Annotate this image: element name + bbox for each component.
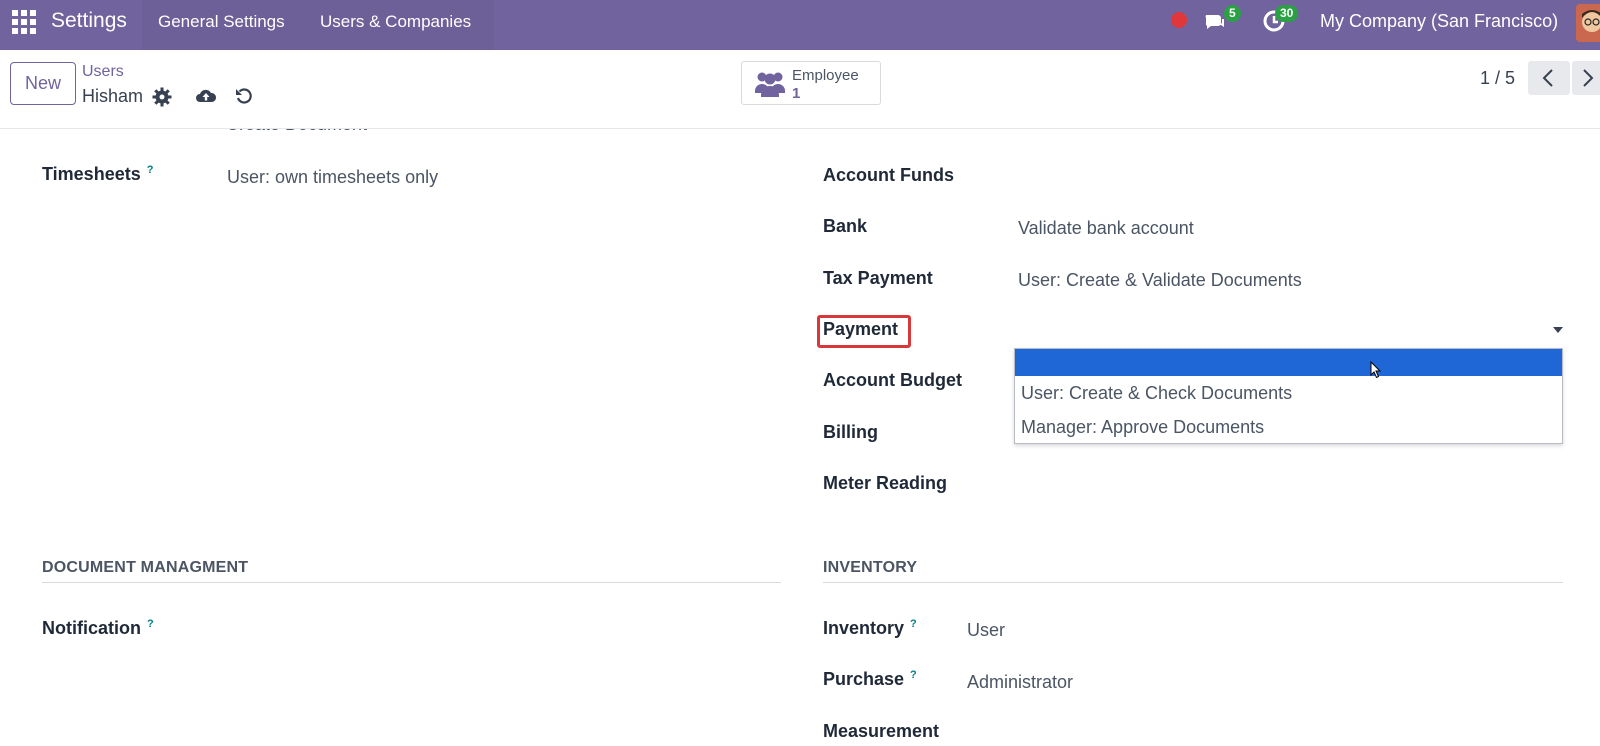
gear-icon[interactable]: [152, 87, 172, 107]
employee-label: Employee: [792, 67, 859, 84]
section-divider: [823, 582, 1563, 583]
bank-value[interactable]: Validate bank account: [1018, 218, 1194, 239]
employee-smart-button[interactable]: Employee 1: [741, 61, 881, 105]
mouse-cursor-icon: [1370, 361, 1382, 379]
meter-reading-label: Meter Reading: [823, 473, 948, 493]
document-management-section-title: DOCUMENT MANAGMENT: [42, 559, 249, 576]
section-divider: [42, 582, 781, 583]
inventory-section-title: INVENTORY: [823, 559, 918, 576]
purchase-label: Purchase?: [823, 669, 917, 689]
pager-next-button[interactable]: [1572, 61, 1600, 95]
notification-label: Notification?: [42, 618, 154, 638]
tax-payment-label: Tax Payment: [823, 268, 933, 288]
menu-general-settings[interactable]: General Settings: [158, 12, 285, 32]
timesheets-help-icon[interactable]: ?: [147, 164, 154, 176]
notification-help-icon[interactable]: ?: [147, 618, 154, 630]
inventory-label: Inventory?: [823, 618, 917, 638]
pager-previous-button[interactable]: [1528, 61, 1570, 95]
timesheets-label: Timesheets?: [42, 164, 154, 184]
measurement-label: Measurement: [823, 721, 940, 741]
control-panel: New Users Hisham Employee 1 1 / 5: [0, 50, 1600, 129]
chevron-left-icon: [1542, 69, 1553, 87]
company-switcher[interactable]: My Company (San Francisco): [1320, 11, 1558, 32]
payment-dropdown: User: Create & Check Documents Manager: …: [1014, 348, 1563, 444]
app-title[interactable]: Settings: [51, 9, 127, 33]
bank-label: Bank: [823, 216, 868, 236]
dropdown-option-user-create-check[interactable]: User: Create & Check Documents: [1015, 380, 1562, 407]
dropdown-option-manager-approve[interactable]: Manager: Approve Documents: [1015, 414, 1562, 441]
purchase-help-icon[interactable]: ?: [910, 669, 917, 681]
menu-users-companies[interactable]: Users & Companies: [320, 12, 471, 32]
apps-menu-icon[interactable]: [12, 10, 36, 34]
dropdown-option-empty[interactable]: [1015, 349, 1562, 376]
chevron-right-icon: [1583, 69, 1594, 87]
save-cloud-icon[interactable]: [195, 86, 217, 106]
account-funds-label: Account Funds: [823, 165, 954, 185]
new-button[interactable]: New: [10, 62, 76, 105]
purchase-value[interactable]: Administrator: [967, 672, 1073, 693]
user-avatar[interactable]: [1576, 4, 1600, 42]
payment-label: Payment: [823, 319, 899, 339]
account-budget-label: Account Budget: [823, 370, 962, 390]
timesheets-value[interactable]: User: own timesheets only: [227, 167, 438, 188]
inventory-help-icon[interactable]: ?: [910, 618, 917, 630]
top-navbar: Settings General Settings Users & Compan…: [0, 0, 1600, 50]
pager-value[interactable]: 1 / 5: [1480, 68, 1515, 89]
breadcrumb-current: Hisham: [82, 86, 144, 106]
employee-count: 1: [792, 85, 801, 102]
payment-select-caret-icon[interactable]: [1553, 327, 1563, 333]
activities-badge: 30: [1275, 5, 1299, 22]
users-group-icon: [755, 72, 785, 97]
tax-payment-value[interactable]: User: Create & Validate Documents: [1018, 270, 1302, 291]
discard-undo-icon[interactable]: [234, 86, 254, 106]
inventory-value[interactable]: User: [967, 620, 1005, 641]
billing-label: Billing: [823, 422, 878, 442]
breadcrumb-users[interactable]: Users: [82, 63, 124, 81]
messages-badge: 5: [1224, 5, 1241, 22]
recording-dot-icon[interactable]: [1171, 12, 1187, 28]
